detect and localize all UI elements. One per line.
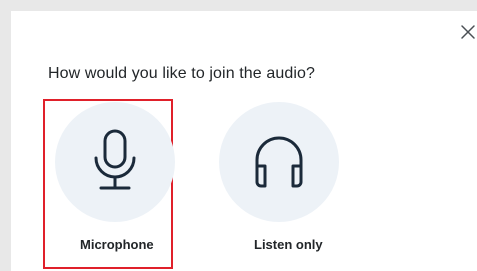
close-button[interactable] <box>459 23 477 41</box>
listen-only-button[interactable] <box>219 102 339 222</box>
listen-only-option[interactable]: Listen only <box>207 99 339 269</box>
dialog-title: How would you like to join the audio? <box>48 65 315 82</box>
headphones-icon <box>255 136 303 188</box>
microphone-option[interactable]: Microphone <box>43 99 175 269</box>
microphone-icon <box>94 129 136 190</box>
microphone-button[interactable] <box>55 102 175 222</box>
listen-only-label: Listen only <box>254 237 323 252</box>
close-icon <box>461 25 475 39</box>
microphone-label: Microphone <box>80 237 154 252</box>
join-audio-modal: How would you like to join the audio? Mi… <box>11 11 477 271</box>
